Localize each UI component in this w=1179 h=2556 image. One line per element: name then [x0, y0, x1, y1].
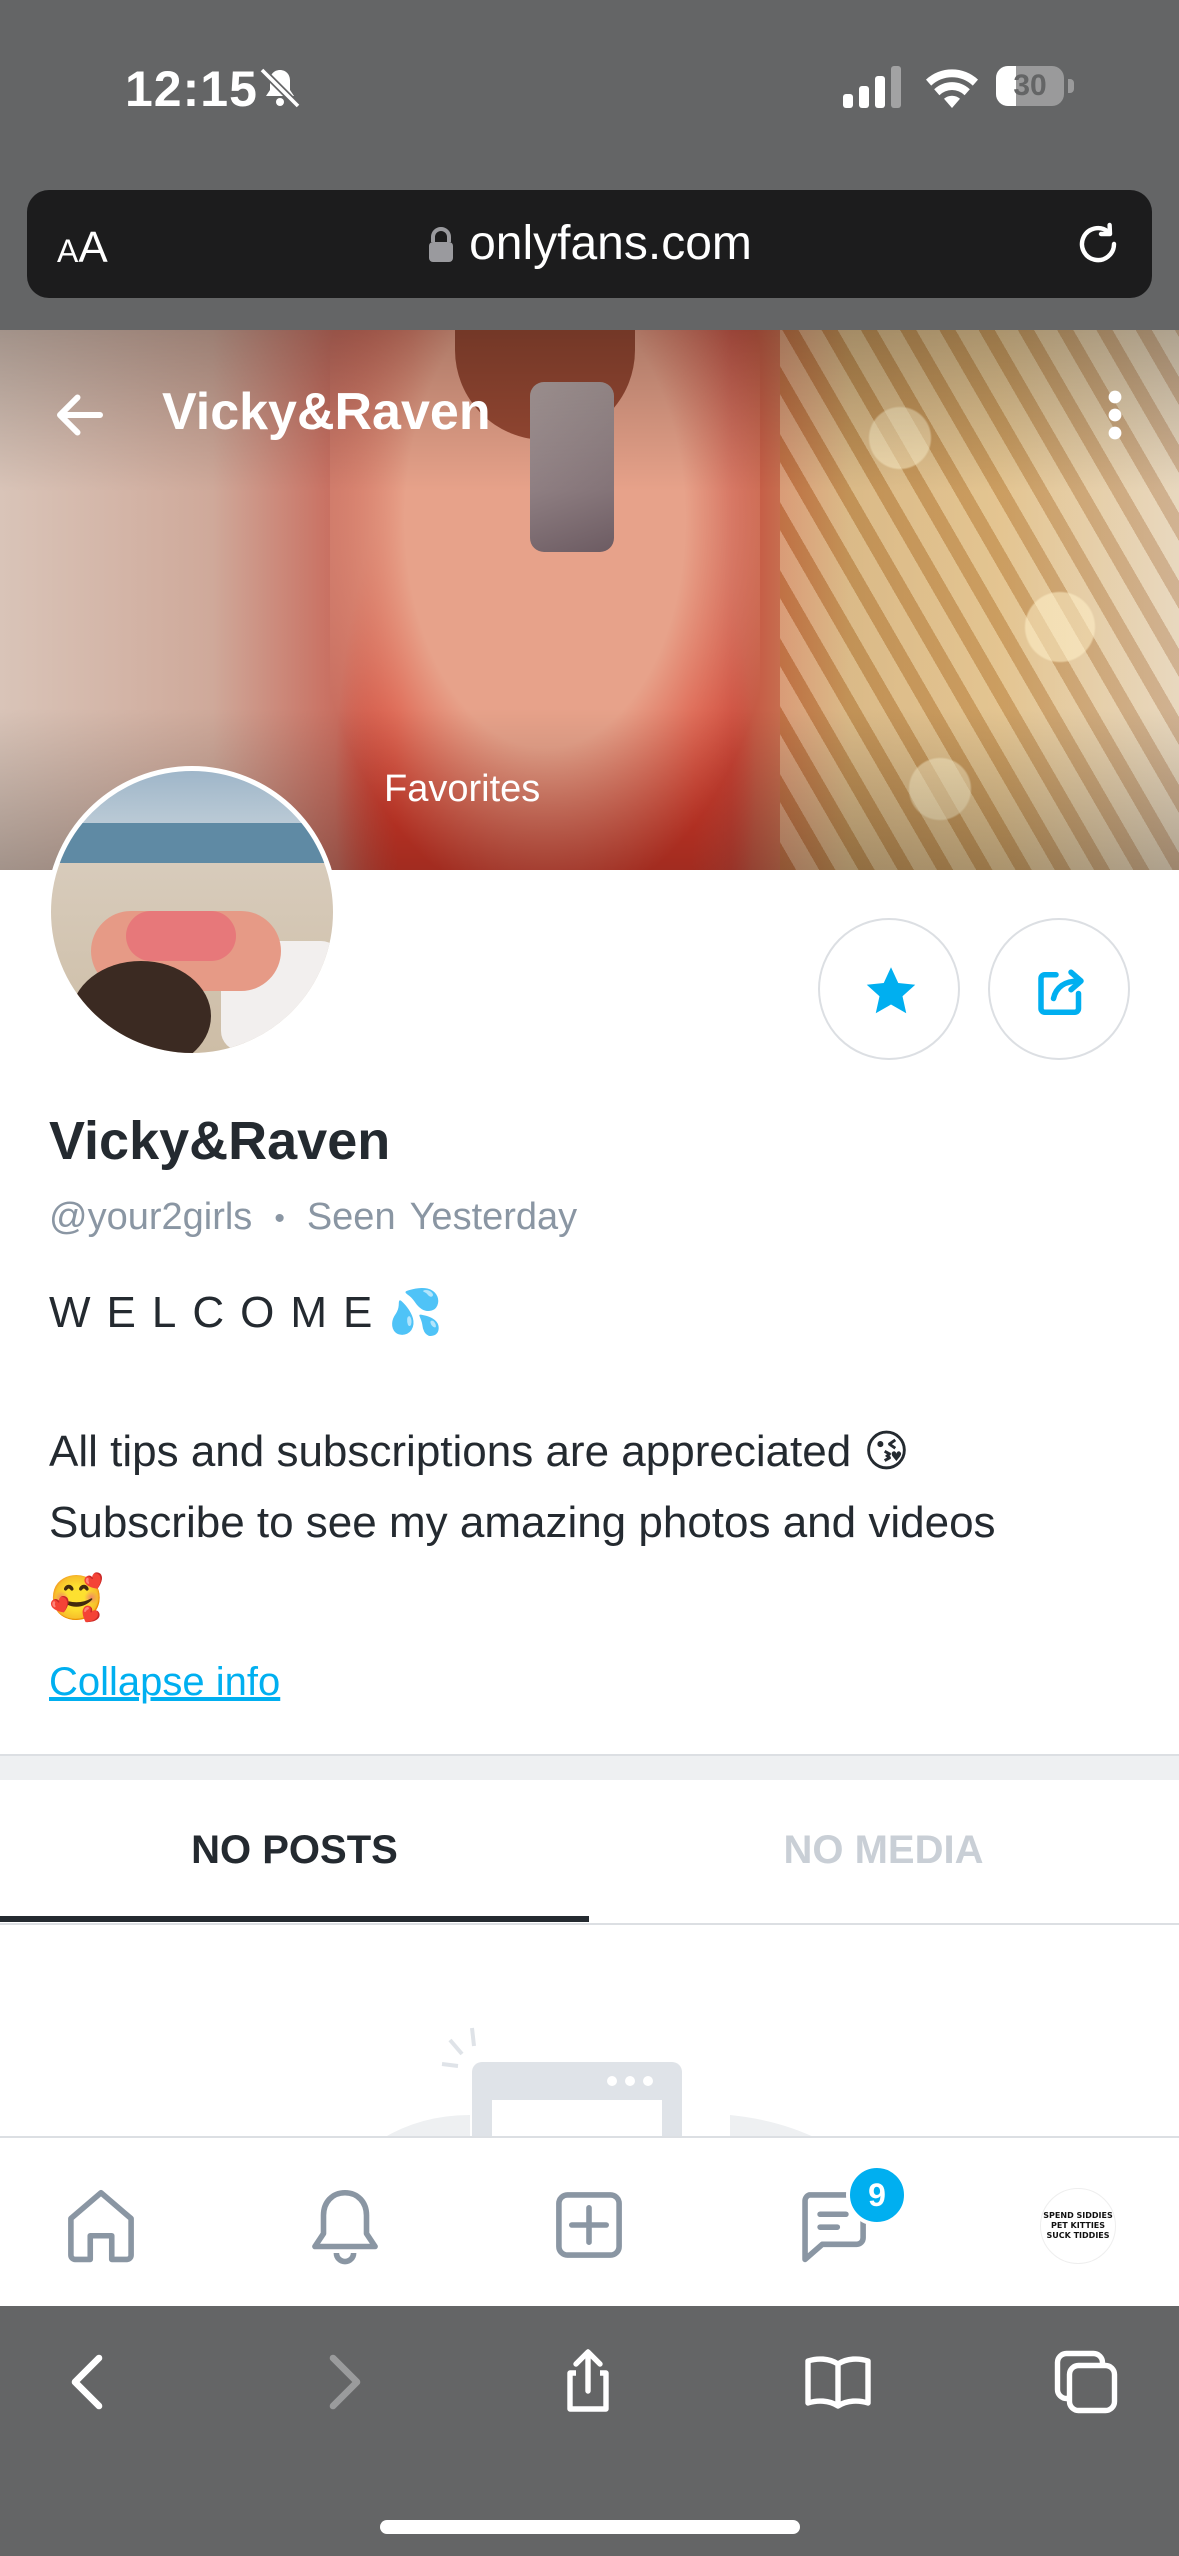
- address-bar[interactable]: AA onlyfans.com: [27, 190, 1152, 298]
- profile-avatar-text: SPEND SIDDIES: [1043, 2211, 1113, 2220]
- browser-address-area: AA onlyfans.com: [0, 180, 1179, 330]
- avatar[interactable]: [46, 766, 338, 1058]
- battery-percent: 30: [1013, 69, 1047, 102]
- home-icon: [68, 2189, 134, 2263]
- more-vertical-icon[interactable]: [1100, 385, 1130, 445]
- active-tab-indicator: [0, 1916, 589, 1922]
- share-button[interactable]: [988, 918, 1130, 1060]
- profile-meta: @your2girls • Seen Yesterday: [49, 1196, 577, 1239]
- seen-value: Yesterday: [409, 1196, 578, 1238]
- wifi-icon: [926, 69, 978, 108]
- meta-separator: •: [274, 1201, 285, 1235]
- bookmarks-icon[interactable]: [802, 2346, 874, 2418]
- share-icon[interactable]: [552, 2346, 624, 2418]
- bio-welcome: WELCOME💦: [49, 1288, 460, 1337]
- profile-avatar-text: SUCK TIDDIES: [1046, 2231, 1110, 2240]
- section-divider: [0, 1754, 1179, 1780]
- tab-media[interactable]: NO MEDIA: [589, 1780, 1178, 1925]
- back-icon[interactable]: [54, 2346, 126, 2418]
- profile-name: Vicky&Raven: [49, 1111, 391, 1171]
- nav-home[interactable]: [58, 2182, 144, 2268]
- home-indicator[interactable]: [380, 2520, 800, 2534]
- tabs-icon[interactable]: [1050, 2346, 1122, 2418]
- seen-label: Seen: [306, 1196, 396, 1238]
- bio-line: Subscribe to see my amazing photos and v…: [49, 1498, 996, 1547]
- bell-slash-icon: [259, 67, 301, 109]
- favorites-label: Favorites: [384, 768, 541, 810]
- favorite-button[interactable]: [818, 918, 960, 1060]
- content-tabs: NO POSTS NO MEDIA: [0, 1780, 1179, 1925]
- safari-toolbar: [0, 2306, 1179, 2556]
- nav-add-post[interactable]: [546, 2182, 632, 2268]
- status-time: 12:15: [125, 61, 258, 117]
- share-icon: [1038, 969, 1084, 1015]
- collapse-info-link[interactable]: Collapse info: [49, 1660, 280, 1705]
- nav-notifications[interactable]: [302, 2182, 388, 2268]
- bell-icon: [312, 2189, 378, 2265]
- empty-state-illustration: [380, 2027, 820, 2140]
- add-post-icon: [556, 2192, 622, 2258]
- bio-line: All tips and subscriptions are appreciat…: [49, 1427, 910, 1476]
- back-arrow-icon[interactable]: [50, 385, 110, 445]
- nav-profile-avatar[interactable]: SPEND SIDDIES PET KITTIES SUCK TIDDIES: [1040, 2188, 1116, 2264]
- battery-icon: 30: [996, 66, 1076, 106]
- signal-icon: [843, 66, 901, 108]
- status-bar: 12:15 30: [0, 0, 1179, 180]
- bio-line: 🥰: [49, 1574, 104, 1623]
- bottom-navigation: 9 SPEND SIDDIES PET KITTIES SUCK TIDDIES: [0, 2136, 1179, 2306]
- profile-avatar-text: PET KITTIES: [1050, 2221, 1106, 2230]
- url-text[interactable]: onlyfans.com: [469, 217, 752, 270]
- tab-posts[interactable]: NO POSTS: [0, 1780, 589, 1925]
- forward-icon[interactable]: [306, 2346, 378, 2418]
- star-icon: [866, 967, 916, 1014]
- lock-icon: [429, 227, 454, 262]
- messages-badge: 9: [846, 2164, 908, 2226]
- reload-icon[interactable]: [1074, 220, 1122, 268]
- header-title: Vicky&Raven: [162, 383, 491, 441]
- profile-handle: @your2girls: [49, 1196, 253, 1238]
